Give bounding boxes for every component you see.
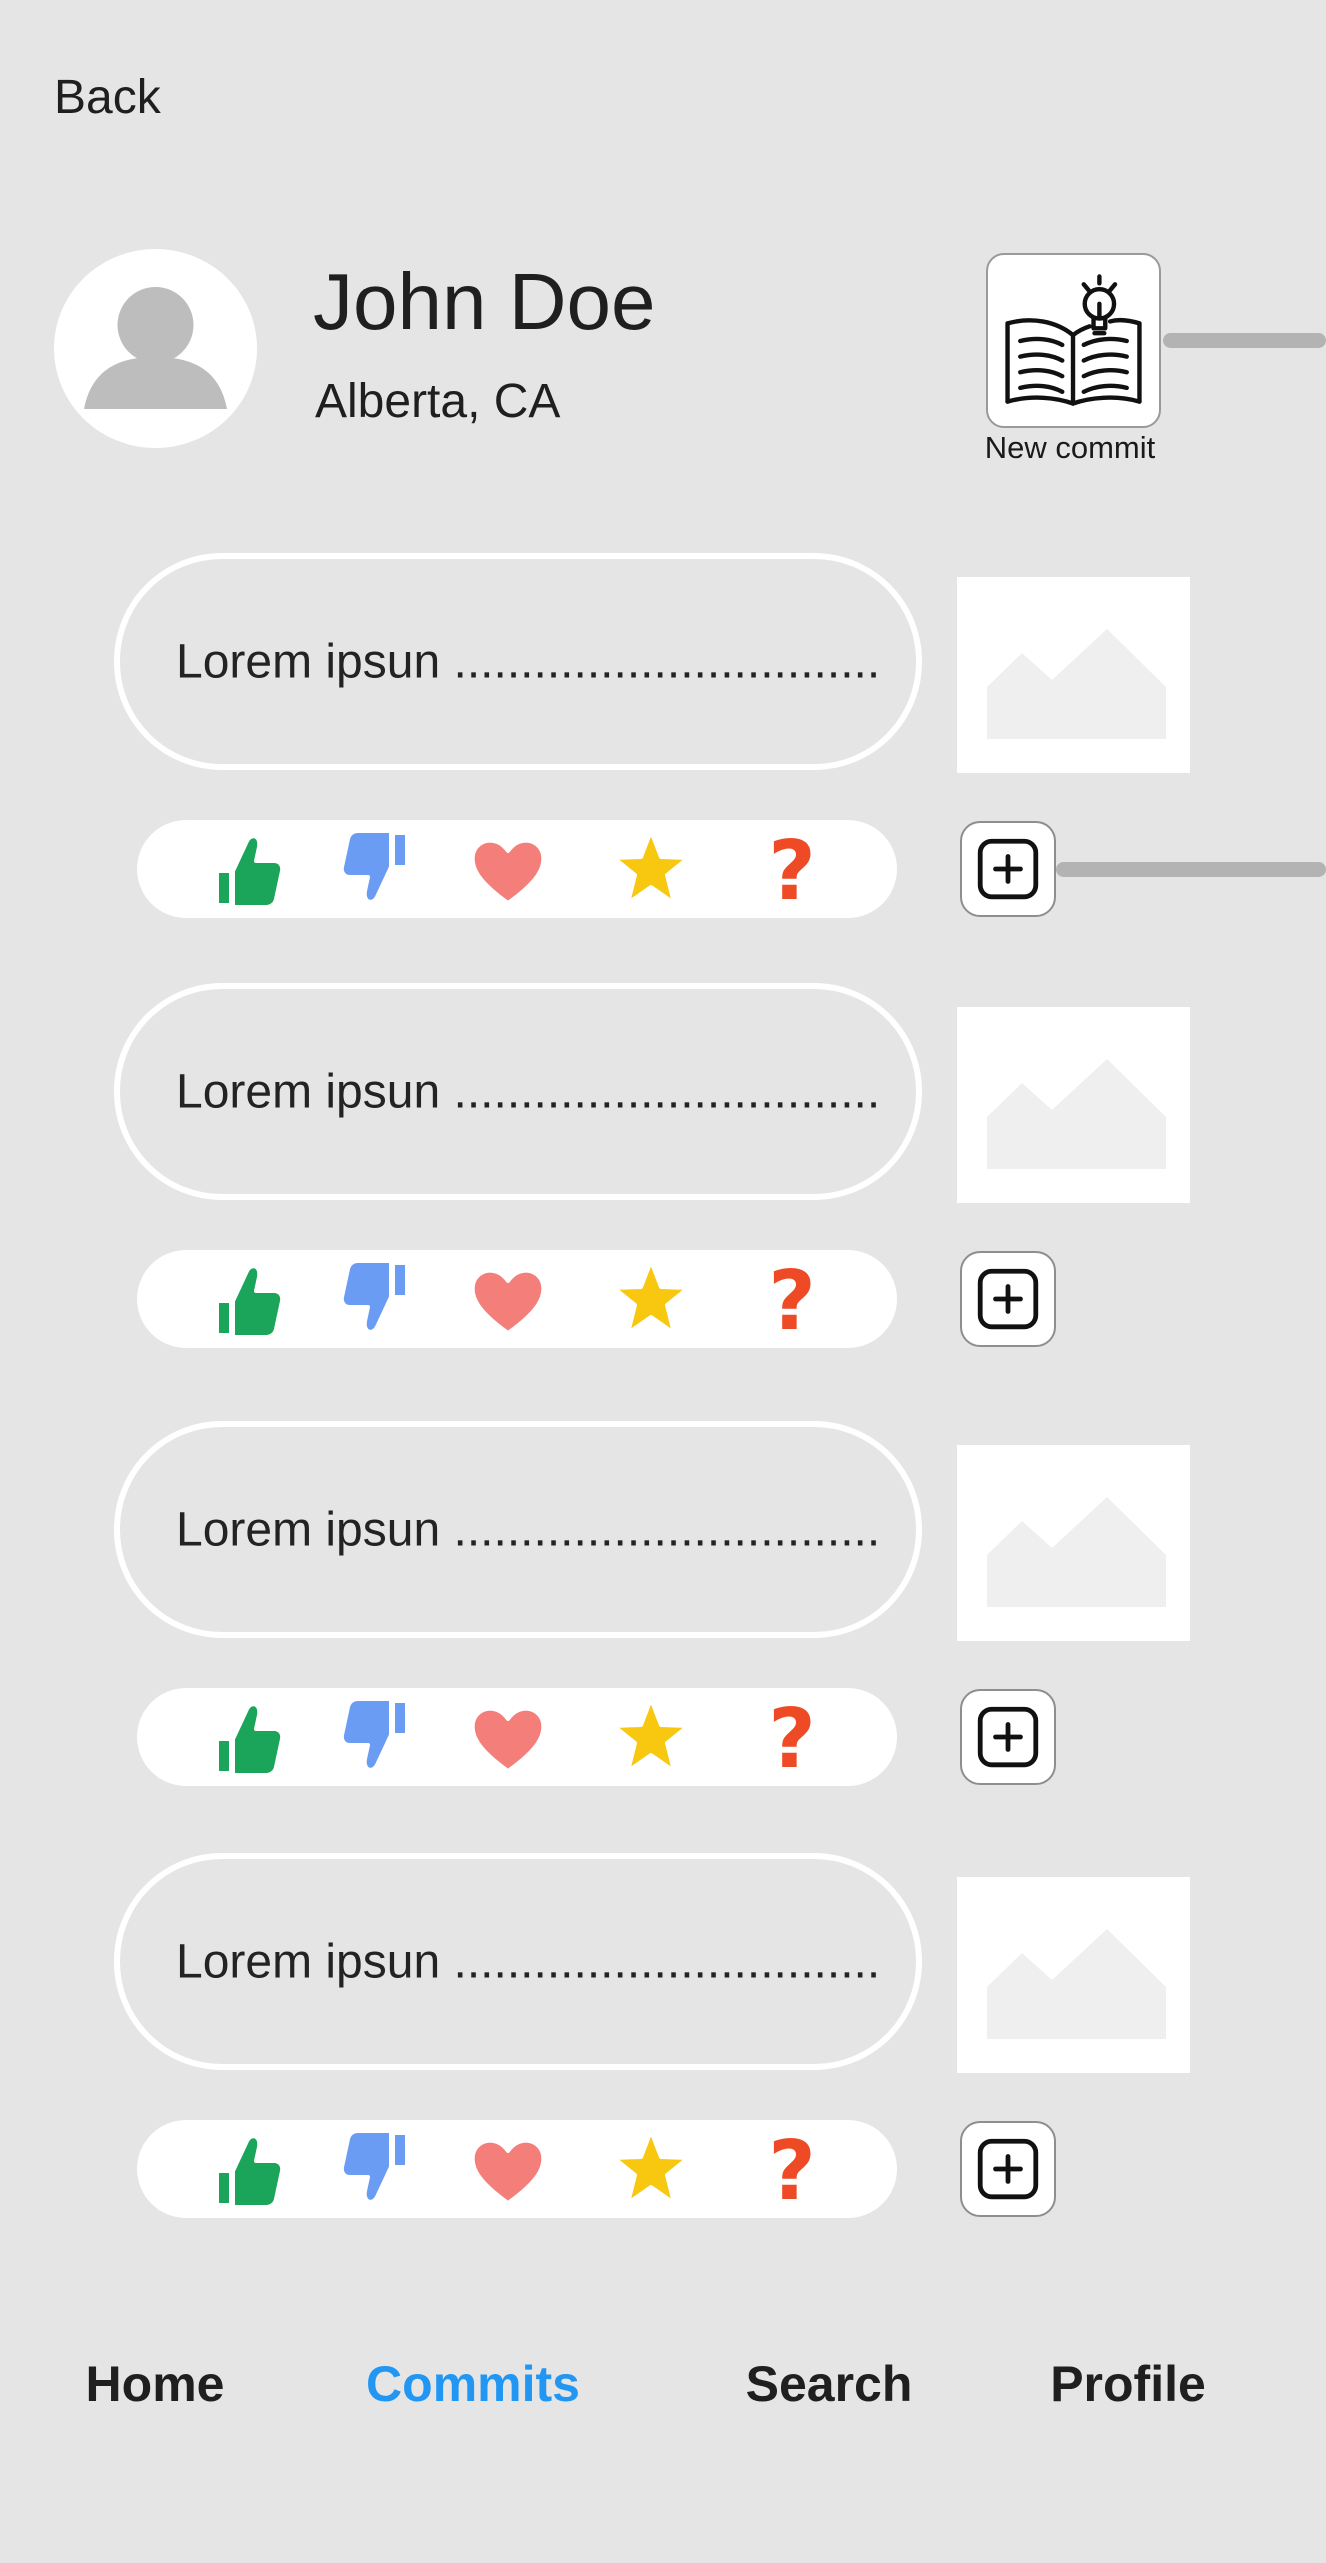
svg-text:?: ? — [768, 1692, 816, 1787]
image-placeholder-icon — [957, 577, 1190, 773]
timeline-connector — [1163, 333, 1326, 348]
commit-text: Lorem ipsun ............................… — [176, 1935, 881, 1988]
add-button[interactable] — [960, 1689, 1056, 1785]
commit-card[interactable]: Lorem ipsun ............................… — [114, 1853, 922, 2070]
svg-text:?: ? — [768, 2124, 816, 2219]
question-icon[interactable]: ? — [753, 1690, 831, 1789]
timeline-connector — [1056, 862, 1326, 877]
commit-card[interactable]: Lorem ipsun ............................… — [114, 1421, 922, 1638]
star-icon[interactable] — [612, 1257, 690, 1341]
open-book-lightbulb-icon — [1005, 274, 1142, 406]
thumbs-up-icon[interactable] — [207, 1257, 285, 1341]
thumbs-up-icon[interactable] — [207, 2127, 285, 2211]
question-icon[interactable]: ? — [753, 822, 831, 921]
star-icon[interactable] — [612, 1695, 690, 1779]
thumbs-down-icon[interactable] — [339, 2127, 417, 2211]
question-icon[interactable]: ? — [753, 1252, 831, 1351]
avatar — [54, 249, 257, 448]
heart-icon[interactable] — [469, 827, 547, 911]
image-placeholder-icon — [957, 1877, 1190, 2073]
reaction-bar: ? — [137, 1250, 897, 1351]
heart-icon[interactable] — [469, 1257, 547, 1341]
thumbs-down-icon[interactable] — [339, 1695, 417, 1779]
commit-card[interactable]: Lorem ipsun ............................… — [114, 553, 922, 770]
add-button[interactable] — [960, 1251, 1056, 1347]
star-icon[interactable] — [612, 827, 690, 911]
reaction-bar: ? — [137, 1688, 897, 1789]
question-icon[interactable]: ? — [753, 2122, 831, 2221]
nav-home[interactable]: Home — [86, 2355, 225, 2413]
reaction-bar: ? — [137, 820, 897, 921]
thumbs-down-icon[interactable] — [339, 1257, 417, 1341]
commit-text: Lorem ipsun ............................… — [176, 1065, 881, 1118]
plus-square-icon — [977, 1706, 1039, 1768]
svg-text:?: ? — [768, 824, 816, 919]
add-button[interactable] — [960, 2121, 1056, 2217]
profile-name: John Doe — [313, 257, 656, 346]
user-silhouette-icon — [84, 287, 227, 409]
commit-text: Lorem ipsun ............................… — [176, 1503, 881, 1556]
plus-square-icon — [977, 838, 1039, 900]
heart-icon[interactable] — [469, 2127, 547, 2211]
image-placeholder-icon — [957, 1445, 1190, 1641]
reaction-bar: ? — [137, 2120, 897, 2221]
nav-commits[interactable]: Commits — [366, 2355, 580, 2413]
add-button[interactable] — [960, 821, 1056, 917]
commit-text: Lorem ipsun ............................… — [176, 635, 881, 688]
heart-icon[interactable] — [469, 1695, 547, 1779]
svg-text:?: ? — [768, 1254, 816, 1349]
thumbs-up-icon[interactable] — [207, 827, 285, 911]
nav-search[interactable]: Search — [746, 2355, 913, 2413]
commit-card[interactable]: Lorem ipsun ............................… — [114, 983, 922, 1200]
plus-square-icon — [977, 1268, 1039, 1330]
back-button[interactable]: Back — [54, 70, 161, 125]
new-commit-button[interactable] — [986, 253, 1161, 428]
nav-profile[interactable]: Profile — [1050, 2355, 1206, 2413]
thumbs-down-icon[interactable] — [339, 827, 417, 911]
star-icon[interactable] — [612, 2127, 690, 2211]
thumbs-up-icon[interactable] — [207, 1695, 285, 1779]
plus-square-icon — [977, 2138, 1039, 2200]
profile-location: Alberta, CA — [315, 375, 561, 428]
new-commit-label: New commit — [984, 430, 1156, 465]
image-placeholder-icon — [957, 1007, 1190, 1203]
